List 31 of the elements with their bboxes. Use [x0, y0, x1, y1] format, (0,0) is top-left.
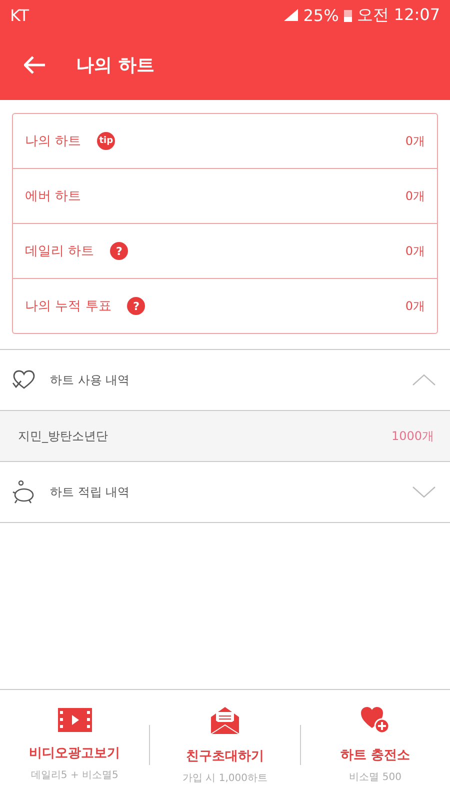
heart-amount: 1000개 — [391, 428, 434, 444]
heart-check-icon — [12, 370, 36, 390]
envelope-icon — [210, 705, 240, 735]
action-button[interactable]: 친구초대하기 가입 시 1,000하트 — [150, 705, 300, 785]
help-badge[interactable]: tip — [97, 132, 116, 150]
heart-type-label: 나의 누적 투표 — [25, 298, 112, 315]
heart-count: 0개 — [405, 298, 425, 314]
carrier-name: KT — [10, 6, 30, 24]
heart-count: 0개 — [405, 188, 425, 204]
heart-type-label: 에버 하트 — [25, 188, 82, 205]
back-arrow-icon[interactable] — [24, 56, 46, 74]
action-button[interactable]: 비디오광고보기 데일리5 + 비소멸5 — [0, 708, 150, 782]
heart-type-label: 데일리 하트 — [25, 243, 94, 260]
clock: 오전 12:07 — [356, 4, 440, 26]
piggy-bank-icon — [12, 480, 36, 504]
heart-count: 0개 — [405, 132, 425, 150]
section-title: 하트 적립 내역 — [50, 484, 130, 500]
screen-title: 나의 하트 — [76, 54, 154, 77]
heart-count: 0개 — [405, 242, 425, 260]
help-badge[interactable]: ? — [127, 297, 146, 315]
heart-type-label: 나의 하트 — [25, 133, 82, 150]
help-badge[interactable]: ? — [110, 242, 128, 260]
action-button[interactable]: 하트 충전소 비소멸 500 — [300, 706, 450, 784]
idol-name: 지민_방탄소년단 — [18, 428, 108, 444]
battery-icon — [344, 8, 352, 22]
battery-percent: 25% — [303, 6, 339, 24]
heart-plus-icon — [360, 706, 390, 734]
section-title: 하트 사용 내역 — [50, 372, 130, 388]
signal-icon — [284, 9, 298, 21]
history-section-header[interactable]: 하트 적립 내역 — [0, 462, 450, 523]
film-play-icon — [58, 708, 92, 732]
